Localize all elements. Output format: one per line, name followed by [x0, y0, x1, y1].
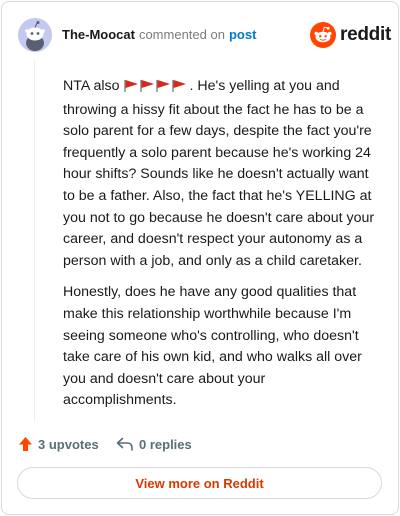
comment-body: NTA also . He's yelling at you and throw…: [63, 76, 381, 422]
reply-count: 0 replies: [139, 436, 192, 452]
reddit-wordmark: reddit: [340, 24, 391, 45]
red-flag-icon: [140, 80, 155, 92]
post-link[interactable]: post: [229, 27, 256, 42]
snoo-avatar-icon[interactable]: [18, 18, 52, 52]
thread-line: [34, 60, 35, 422]
red-flag-icon: [156, 80, 171, 92]
comment-embed-card: The-Moocat commented on post reddit NTA …: [1, 1, 399, 515]
red-flag-icon: [124, 80, 139, 92]
comment-paragraph-2: Honestly, does he have any good qualitie…: [63, 284, 362, 409]
reddit-logo-icon: [310, 22, 336, 48]
upvote-count: 3 upvotes: [38, 436, 99, 452]
reddit-logo[interactable]: reddit: [310, 22, 391, 48]
comment-actions: 3 upvotes 0 replies: [18, 434, 378, 454]
comment-header: The-Moocat commented on post reddit: [18, 18, 391, 52]
upvote-arrow-icon: [19, 437, 32, 451]
paragraph-1-prefix: NTA also: [63, 78, 120, 94]
comment-byline: The-Moocat commented on post: [62, 27, 256, 43]
author-name[interactable]: The-Moocat: [62, 27, 135, 42]
paragraph-1-text: . He's yelling at you and throwing a his…: [63, 78, 375, 269]
comment-paragraph-1: NTA also . He's yelling at you and throw…: [63, 76, 381, 272]
red-flags: [124, 78, 188, 100]
upvote-button[interactable]: 3 upvotes: [18, 434, 99, 454]
view-more-button[interactable]: View more on Reddit: [17, 467, 382, 499]
commented-on-text: commented on: [138, 27, 225, 42]
reply-arrow-icon: [116, 437, 133, 451]
red-flag-icon: [172, 80, 187, 92]
reply-button[interactable]: 0 replies: [116, 434, 192, 454]
